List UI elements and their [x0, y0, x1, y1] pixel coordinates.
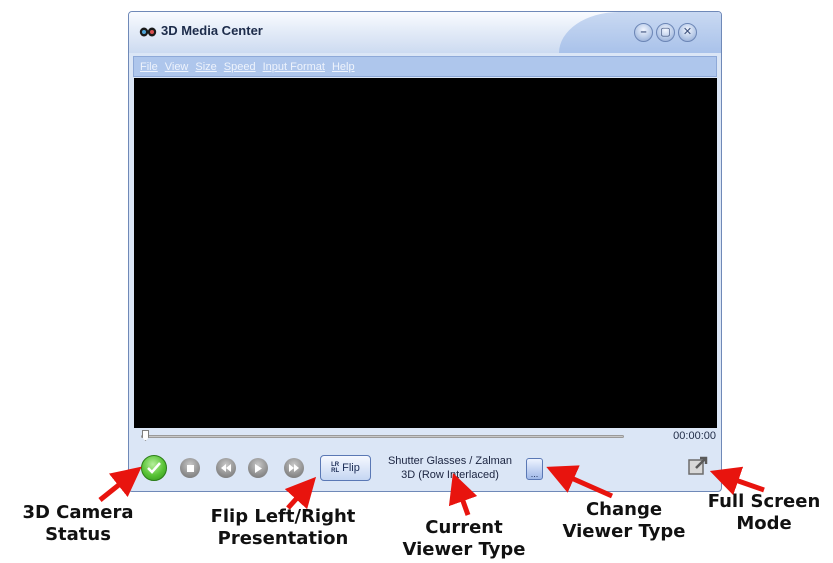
- label-camera-status: 3D Camera Status: [4, 502, 152, 546]
- label-fullscreen-text: Full Screen Mode: [707, 491, 821, 534]
- label-fullscreen: Full Screen Mode: [697, 491, 831, 535]
- label-change-text: Change Viewer Type: [562, 499, 686, 542]
- label-camera-status-text: 3D Camera Status: [22, 502, 134, 545]
- label-flip-text: Flip Left/Right Presentation: [210, 506, 356, 549]
- arrow-flip: [284, 476, 317, 510]
- label-viewer: Current Viewer Type: [388, 517, 540, 561]
- annotation-arrows: [98, 465, 765, 516]
- arrow-viewer: [448, 472, 478, 516]
- arrow-camera-status: [98, 466, 142, 502]
- arrow-fullscreen: [709, 466, 765, 496]
- arrow-change: [546, 465, 614, 499]
- label-change: Change Viewer Type: [556, 499, 692, 543]
- label-flip: Flip Left/Right Presentation: [198, 506, 368, 550]
- label-viewer-text: Current Viewer Type: [402, 517, 526, 560]
